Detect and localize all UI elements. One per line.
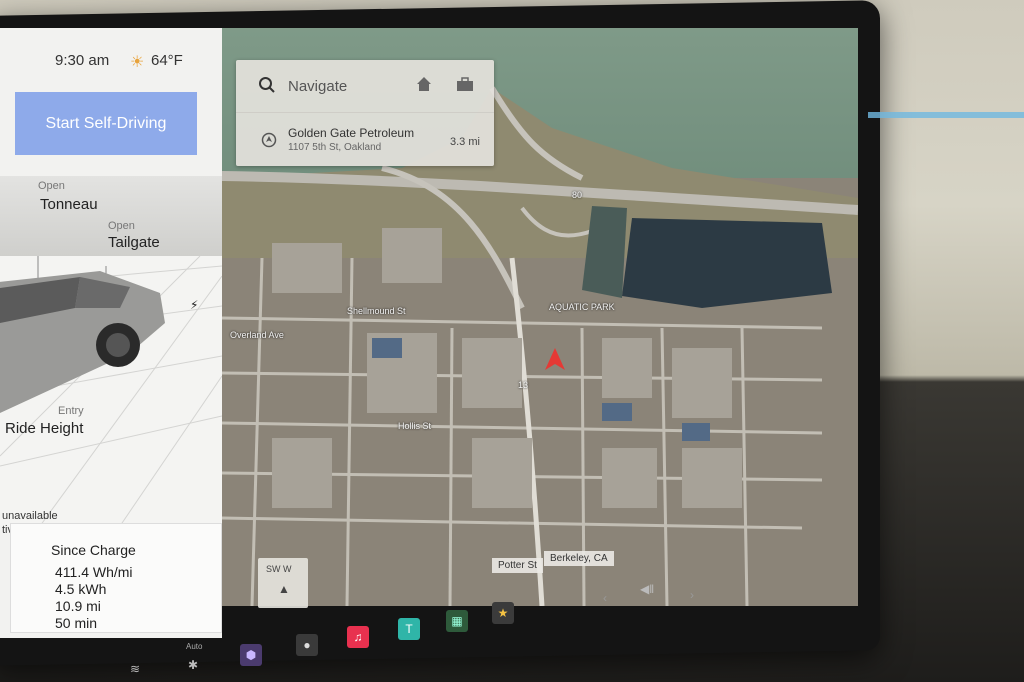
toybox-app-icon[interactable]: T <box>398 618 420 640</box>
search-icon[interactable] <box>258 76 276 94</box>
apps-launcher-icon[interactable]: ▦ <box>446 610 468 632</box>
clock: 9:30 am <box>55 52 110 69</box>
vehicle-panel: 9:30 am ☀ 64°F Start Self-Driving Open T… <box>0 28 222 638</box>
compass-arrow-icon: ▲ <box>278 582 290 596</box>
tonneau-label[interactable]: Tonneau <box>40 196 98 213</box>
compass-heading: SW W <box>266 564 292 574</box>
charge-port-icon[interactable]: ⚡ <box>190 298 198 312</box>
defrost-icon[interactable]: ≋ <box>124 658 146 680</box>
street-hollis: Hollis St <box>398 421 432 431</box>
sun-icon: ☀ <box>130 54 145 71</box>
auto-label: Auto <box>186 642 203 651</box>
satellite-map[interactable]: Shellmound St Overland Ave Hollis St AQU… <box>222 28 858 606</box>
current-city: Berkeley, CA <box>544 551 614 566</box>
music-app-icon[interactable]: ♫ <box>347 626 369 648</box>
cybertruck-model[interactable] <box>0 263 180 433</box>
chevron-right-icon[interactable]: › <box>690 588 694 602</box>
recent-destination-icon <box>261 132 277 148</box>
interstate-80-shield: 80 <box>572 190 583 200</box>
dashcam-icon[interactable]: ● <box>296 634 318 656</box>
app-dock: ≋ Auto ✱ ⬢ ● ♫ T ▦ ★ <box>0 602 858 676</box>
navigation-search-row <box>236 60 494 113</box>
suggestion-address: 1107 5th St, Oakland <box>288 142 382 153</box>
street-overland: Overland Ave <box>230 330 284 340</box>
climate-fan-icon[interactable]: ✱ <box>182 654 204 676</box>
tailgate-label[interactable]: Tailgate <box>108 234 160 251</box>
ride-height-state: Entry <box>58 405 84 417</box>
suggestion-name[interactable]: Golden Gate Petroleum <box>288 126 414 140</box>
ambient-light <box>868 112 1024 118</box>
games-app-icon[interactable]: ★ <box>492 602 514 624</box>
navigation-card: Golden Gate Petroleum 1107 5th St, Oakla… <box>236 60 494 166</box>
compass-button[interactable]: SW W ▲ <box>258 558 308 608</box>
volume-icon[interactable]: ◀‖ <box>640 582 654 596</box>
start-self-driving-button[interactable]: Start Self-Driving <box>15 92 197 155</box>
aquatic-park-label: AQUATIC PARK <box>549 302 615 312</box>
unavailable-text: unavailable <box>2 510 58 522</box>
briefcase-icon[interactable] <box>456 77 474 91</box>
chevron-left-icon[interactable]: ‹ <box>603 591 607 605</box>
trip-efficiency: 411.4 Wh/mi <box>55 564 133 580</box>
tonneau-state: Open <box>38 180 65 192</box>
current-street: Potter St <box>492 558 543 573</box>
ride-height-label[interactable]: Ride Height <box>5 420 83 437</box>
current-location-arrow-icon <box>545 348 565 370</box>
home-icon[interactable] <box>416 76 432 92</box>
street-shellmound: Shellmound St <box>347 306 406 316</box>
trip-title: Since Charge <box>51 542 136 558</box>
route-13-shield: 13 <box>518 380 529 390</box>
tailgate-state: Open <box>108 220 135 232</box>
suggestion-distance: 3.3 mi <box>450 136 480 148</box>
navigate-input[interactable] <box>286 74 410 98</box>
outside-temperature: 64°F <box>151 52 183 69</box>
trip-energy: 4.5 kWh <box>55 581 107 597</box>
app-camera-icon[interactable]: ⬢ <box>240 644 262 666</box>
